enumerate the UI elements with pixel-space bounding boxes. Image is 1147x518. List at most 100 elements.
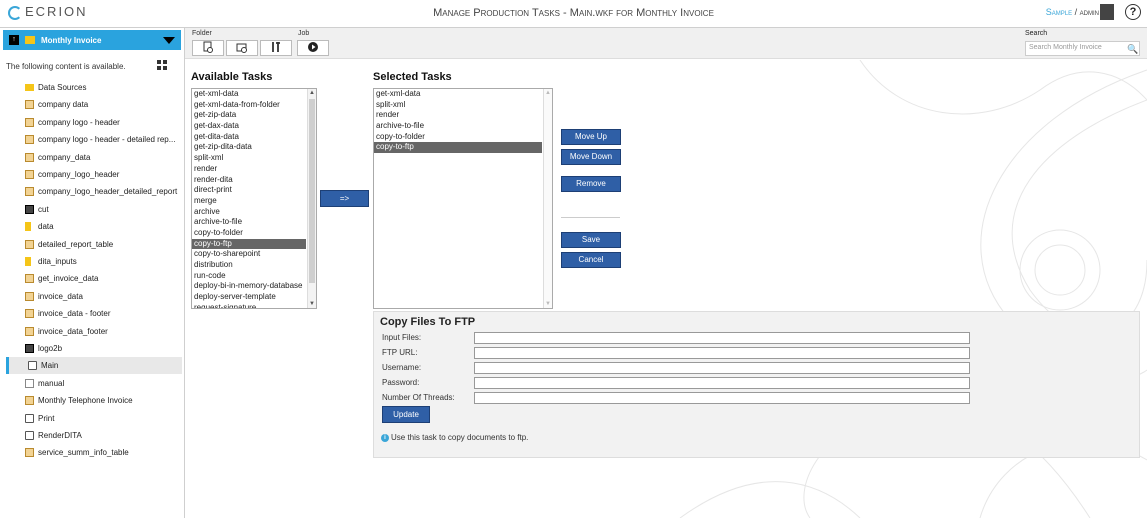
- sidebar-item-label: Monthly Telephone Invoice: [38, 396, 133, 406]
- sidebar-item[interactable]: Data Sources: [25, 79, 179, 96]
- scroll-thumb[interactable]: [309, 99, 315, 283]
- sidebar-item[interactable]: detailed_report_table: [25, 236, 179, 253]
- update-button[interactable]: Update: [382, 406, 430, 423]
- available-tasks-title: Available Tasks: [191, 71, 273, 83]
- task-list-item[interactable]: merge: [192, 196, 306, 207]
- task-list-item[interactable]: copy-to-sharepoint: [192, 249, 306, 260]
- search-icon[interactable]: 🔍: [1127, 44, 1138, 55]
- user-name[interactable]: admin: [1080, 7, 1099, 17]
- document-icon: [25, 170, 34, 179]
- search-label: Search: [1025, 30, 1048, 37]
- task-list-item[interactable]: request-signature: [192, 303, 306, 308]
- sidebar-item[interactable]: invoice_data - footer: [25, 305, 179, 322]
- move-down-button[interactable]: Move Down: [561, 149, 621, 165]
- task-list-item[interactable]: copy-to-ftp: [374, 142, 542, 154]
- workspace-link[interactable]: Sample: [1046, 7, 1072, 17]
- task-list-item[interactable]: deploy-server-template: [192, 292, 306, 303]
- sidebar-item[interactable]: manual: [25, 375, 179, 392]
- task-list-item[interactable]: copy-to-folder: [192, 228, 306, 239]
- sidebar-item[interactable]: invoice_data: [25, 288, 179, 305]
- task-list-item[interactable]: get-xml-data-from-folder: [192, 100, 306, 111]
- cancel-button[interactable]: Cancel: [561, 252, 621, 268]
- search-input[interactable]: Search Monthly Invoice: [1025, 41, 1140, 56]
- remove-button[interactable]: Remove: [561, 176, 621, 192]
- selected-tasks-list[interactable]: get-xml-data split-xml render archive-to-fi…: [373, 88, 553, 309]
- task-list-item[interactable]: copy-to-ftp: [192, 238, 306, 250]
- sidebar-item[interactable]: Main: [6, 357, 182, 375]
- task-list-item[interactable]: get-dita-data: [192, 132, 306, 143]
- task-list-item[interactable]: get-dax-data: [192, 121, 306, 132]
- scroll-up-icon[interactable]: ▲: [309, 90, 315, 96]
- task-list-item[interactable]: run-code: [192, 271, 306, 282]
- sidebar-item[interactable]: company_logo_header_detailed_report: [25, 183, 179, 200]
- sidebar-item[interactable]: company logo - header: [25, 114, 179, 131]
- scroll-down-icon[interactable]: ▼: [545, 301, 551, 307]
- project-selector[interactable]: ↑ Monthly Invoice: [3, 30, 181, 50]
- avatar-icon[interactable]: [1100, 4, 1114, 20]
- sidebar-item[interactable]: get_invoice_data: [25, 270, 179, 287]
- document-icon: [25, 100, 34, 110]
- save-button[interactable]: Save: [561, 232, 621, 248]
- sidebar-item[interactable]: dita_inputs: [25, 253, 179, 270]
- help-icon[interactable]: ?: [1125, 4, 1141, 20]
- ftp-url-field[interactable]: [474, 347, 970, 359]
- input-files-field[interactable]: [474, 332, 970, 344]
- sidebar-item[interactable]: Monthly Telephone Invoice: [25, 392, 179, 409]
- sidebar-item[interactable]: logo2b: [25, 340, 179, 357]
- sidebar-item[interactable]: service_summ_info_table: [25, 444, 179, 461]
- sidebar-item[interactable]: company_logo_header: [25, 166, 179, 183]
- folder-icon: [25, 36, 35, 44]
- up-arrow-icon[interactable]: ↑: [9, 35, 19, 45]
- sidebar-item-label: Main: [41, 361, 59, 371]
- scroll-up-icon[interactable]: ▲: [545, 90, 551, 96]
- add-task-button[interactable]: =>: [320, 190, 369, 207]
- task-list-item[interactable]: split-xml: [374, 100, 542, 111]
- task-list-item[interactable]: get-zip-data: [192, 110, 306, 121]
- sidebar-item[interactable]: RenderDITA: [25, 427, 179, 444]
- grid-view-icon[interactable]: [157, 60, 167, 70]
- task-list-item[interactable]: archive: [192, 207, 306, 218]
- sidebar-item-label: dita_inputs: [38, 257, 77, 266]
- task-list-item[interactable]: deploy-bi-in-memory-database: [192, 281, 306, 292]
- sidebar-item[interactable]: cut: [25, 201, 179, 218]
- username-label: Username:: [382, 363, 422, 372]
- task-list-item[interactable]: copy-to-folder: [374, 132, 542, 143]
- password-label: Password:: [382, 378, 420, 387]
- task-list-item[interactable]: get-zip-dita-data: [192, 142, 306, 153]
- sidebar-item[interactable]: data: [25, 218, 179, 235]
- sidebar-item[interactable]: company logo - header - detailed rep...: [25, 131, 179, 148]
- task-list-item[interactable]: render: [192, 164, 306, 175]
- password-field[interactable]: [474, 377, 970, 389]
- sidebar-item[interactable]: invoice_data_footer: [25, 323, 179, 340]
- task-list-item[interactable]: get-xml-data: [374, 89, 542, 100]
- new-document-button[interactable]: [192, 40, 224, 56]
- tools-button[interactable]: [260, 40, 292, 56]
- task-list-item[interactable]: archive-to-file: [374, 121, 542, 132]
- task-list-item[interactable]: split-xml: [192, 153, 306, 164]
- username-field[interactable]: [474, 362, 970, 374]
- available-tasks-list[interactable]: get-xml-data get-xml-data-from-folder get-…: [191, 88, 317, 309]
- task-list-item[interactable]: direct-print: [192, 185, 306, 196]
- chevron-down-icon[interactable]: [163, 37, 175, 44]
- run-job-button[interactable]: [297, 40, 329, 56]
- scroll-down-icon[interactable]: ▼: [309, 301, 315, 307]
- scrollbar[interactable]: ▲ ▼: [307, 89, 316, 308]
- task-list-item[interactable]: distribution: [192, 260, 306, 271]
- task-list-item[interactable]: render-dita: [192, 175, 306, 186]
- move-up-button[interactable]: Move Up: [561, 129, 621, 145]
- document-icon: [25, 135, 34, 145]
- threads-field[interactable]: [474, 392, 970, 404]
- user-info[interactable]: Sample / admin: [1046, 7, 1099, 17]
- scrollbar[interactable]: ▲ ▼: [543, 89, 552, 308]
- sidebar-item[interactable]: company_data: [25, 149, 179, 166]
- sidebar-item[interactable]: Print: [25, 410, 179, 427]
- new-folder-button[interactable]: [226, 40, 258, 56]
- sidebar-item[interactable]: company data: [25, 96, 179, 113]
- threads-label: Number Of Threads:: [382, 393, 455, 402]
- task-list-item[interactable]: archive-to-file: [192, 217, 306, 228]
- task-list-item[interactable]: get-xml-data: [192, 89, 306, 100]
- document-icon: [25, 326, 34, 336]
- workflow-icon: [25, 431, 34, 440]
- task-list-item[interactable]: render: [374, 110, 542, 121]
- workflow-icon: [28, 361, 37, 371]
